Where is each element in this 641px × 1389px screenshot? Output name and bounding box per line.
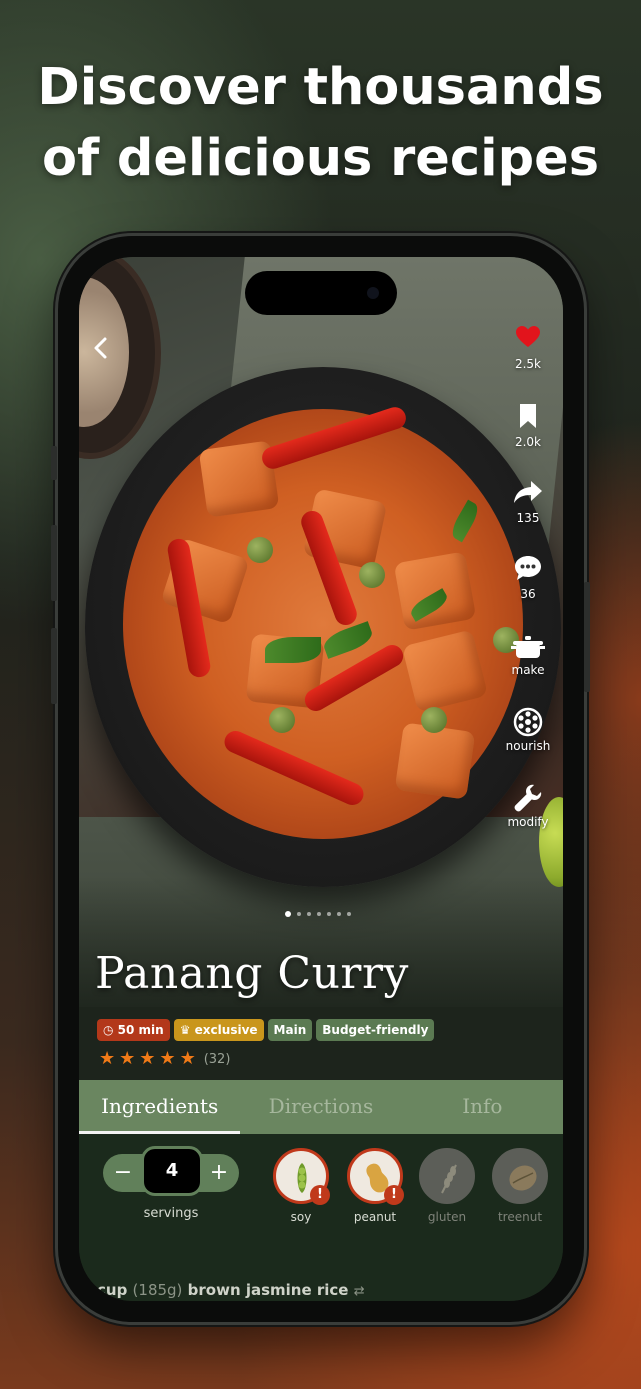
save-count: 2.0k	[514, 435, 542, 449]
make-label: make	[511, 663, 545, 677]
share-count: 135	[516, 511, 540, 525]
star-icon: ★	[99, 1048, 116, 1069]
photo-pea	[421, 707, 447, 733]
comments-button[interactable]: 36	[503, 555, 553, 601]
comment-count: 36	[520, 587, 536, 601]
tab-info[interactable]: Info	[402, 1080, 563, 1134]
increase-servings-button[interactable]: +	[201, 1154, 237, 1192]
exclusive-badge-label: exclusive	[194, 1023, 258, 1037]
allergen-gluten-circle	[419, 1148, 475, 1204]
allergen-soy-label: soy	[290, 1210, 312, 1224]
dynamic-island	[245, 271, 397, 315]
carousel-dot[interactable]	[337, 912, 341, 916]
allergen-treenut-label: treenut	[497, 1210, 543, 1224]
heart-icon	[516, 326, 540, 347]
allergen-treenut[interactable]: treenut	[490, 1148, 550, 1224]
recipe-photo[interactable]	[79, 257, 563, 1007]
modify-label: modify	[507, 815, 549, 829]
star-icon: ★	[179, 1048, 196, 1069]
marketing-headline: Discover thousands of delicious recipes	[0, 52, 641, 194]
allergen-gluten[interactable]: gluten	[417, 1148, 477, 1224]
ingredient-row[interactable]: cup (185g) brown jasmine rice ⇄	[97, 1281, 365, 1299]
comment-icon	[515, 556, 541, 580]
allergen-gluten-label: gluten	[427, 1210, 467, 1224]
rating-stars[interactable]: ★ ★ ★ ★ ★ (32)	[99, 1049, 230, 1069]
bookmark-icon	[520, 404, 536, 428]
cooking-pot-icon	[511, 636, 545, 658]
clock-icon: ◷	[103, 1023, 114, 1037]
wheat-icon	[441, 1164, 457, 1194]
carousel-dot[interactable]	[317, 912, 321, 916]
phone-action-button	[51, 446, 57, 480]
recipe-title: Panang Curry	[95, 948, 409, 999]
ingredient-quantity: cup	[97, 1281, 128, 1299]
rating-count: (32)	[203, 1051, 231, 1067]
servings-stepper: − 4 +	[103, 1146, 239, 1196]
carousel-dot[interactable]	[297, 912, 301, 916]
photo-pea	[269, 707, 295, 733]
recipe-tabs: Ingredients Directions Info	[79, 1080, 563, 1134]
modify-button[interactable]: modify	[503, 783, 553, 829]
servings-value[interactable]: 4	[141, 1146, 203, 1196]
servings-label: servings	[143, 1206, 199, 1221]
alert-icon: !	[310, 1185, 330, 1205]
alert-icon: !	[384, 1185, 404, 1205]
nutrition-wheel-icon	[513, 707, 543, 737]
app-screen: 2.5k 2.0k 135 36 make nourish modify Pan…	[79, 257, 563, 1301]
phone-power-button	[584, 582, 590, 692]
like-button[interactable]: 2.5k	[503, 325, 553, 371]
back-button[interactable]	[89, 333, 119, 363]
phone-volume-up	[51, 525, 57, 601]
time-badge: ◷ 50 min	[97, 1019, 170, 1041]
nourish-label: nourish	[505, 739, 551, 753]
photo-tofu	[394, 722, 476, 800]
carousel-dot[interactable]	[347, 912, 351, 916]
photo-pea	[247, 537, 273, 563]
exclusive-badge: ♛ exclusive	[173, 1019, 264, 1041]
carousel-dots[interactable]	[285, 911, 351, 917]
carousel-dot[interactable]	[307, 912, 311, 916]
like-count: 2.5k	[514, 357, 542, 371]
headline-line-2: of delicious recipes	[41, 129, 600, 188]
walnut-icon	[509, 1165, 537, 1191]
ingredient-amount: (185g)	[132, 1281, 183, 1299]
wrench-icon	[514, 784, 542, 812]
chevron-left-icon	[94, 337, 107, 359]
budget-badge: Budget-friendly	[316, 1019, 435, 1041]
nourish-button[interactable]: nourish	[503, 707, 553, 753]
time-badge-label: 50 min	[117, 1023, 164, 1037]
phone-volume-down	[51, 628, 57, 704]
make-button[interactable]: make	[503, 631, 553, 677]
allergen-peanut-label: peanut	[353, 1210, 397, 1224]
carousel-dot[interactable]	[285, 911, 291, 917]
star-icon: ★	[119, 1048, 136, 1069]
photo-pea	[359, 562, 385, 588]
tab-directions[interactable]: Directions	[240, 1080, 401, 1134]
share-button[interactable]: 135	[503, 479, 553, 525]
swap-icon[interactable]: ⇄	[354, 1284, 365, 1299]
allergen-soy-circle: !	[273, 1148, 330, 1205]
allergen-peanut-circle: !	[347, 1148, 404, 1205]
allergen-peanut[interactable]: ! peanut	[345, 1148, 405, 1224]
decrease-servings-button[interactable]: −	[105, 1154, 141, 1192]
photo-basil	[265, 637, 321, 663]
star-icon: ★	[159, 1048, 176, 1069]
headline-line-1: Discover thousands	[37, 58, 604, 117]
save-button[interactable]: 2.0k	[503, 403, 553, 449]
recipe-tags: ◷ 50 min ♛ exclusive Main Budget-friendl…	[97, 1019, 435, 1041]
carousel-dot[interactable]	[327, 912, 331, 916]
camera-dot	[367, 287, 379, 299]
ingredients-panel: − 4 + servings ! soy ! peanut gluten tre…	[79, 1134, 563, 1301]
share-arrow-icon	[514, 481, 542, 503]
crown-icon: ♛	[179, 1023, 191, 1037]
course-badge: Main	[267, 1019, 313, 1041]
allergen-soy[interactable]: ! soy	[271, 1148, 331, 1224]
allergen-treenut-circle	[492, 1148, 548, 1204]
ingredient-name: brown jasmine rice	[187, 1281, 349, 1299]
star-icon: ★	[139, 1048, 156, 1069]
tab-ingredients[interactable]: Ingredients	[79, 1080, 241, 1134]
